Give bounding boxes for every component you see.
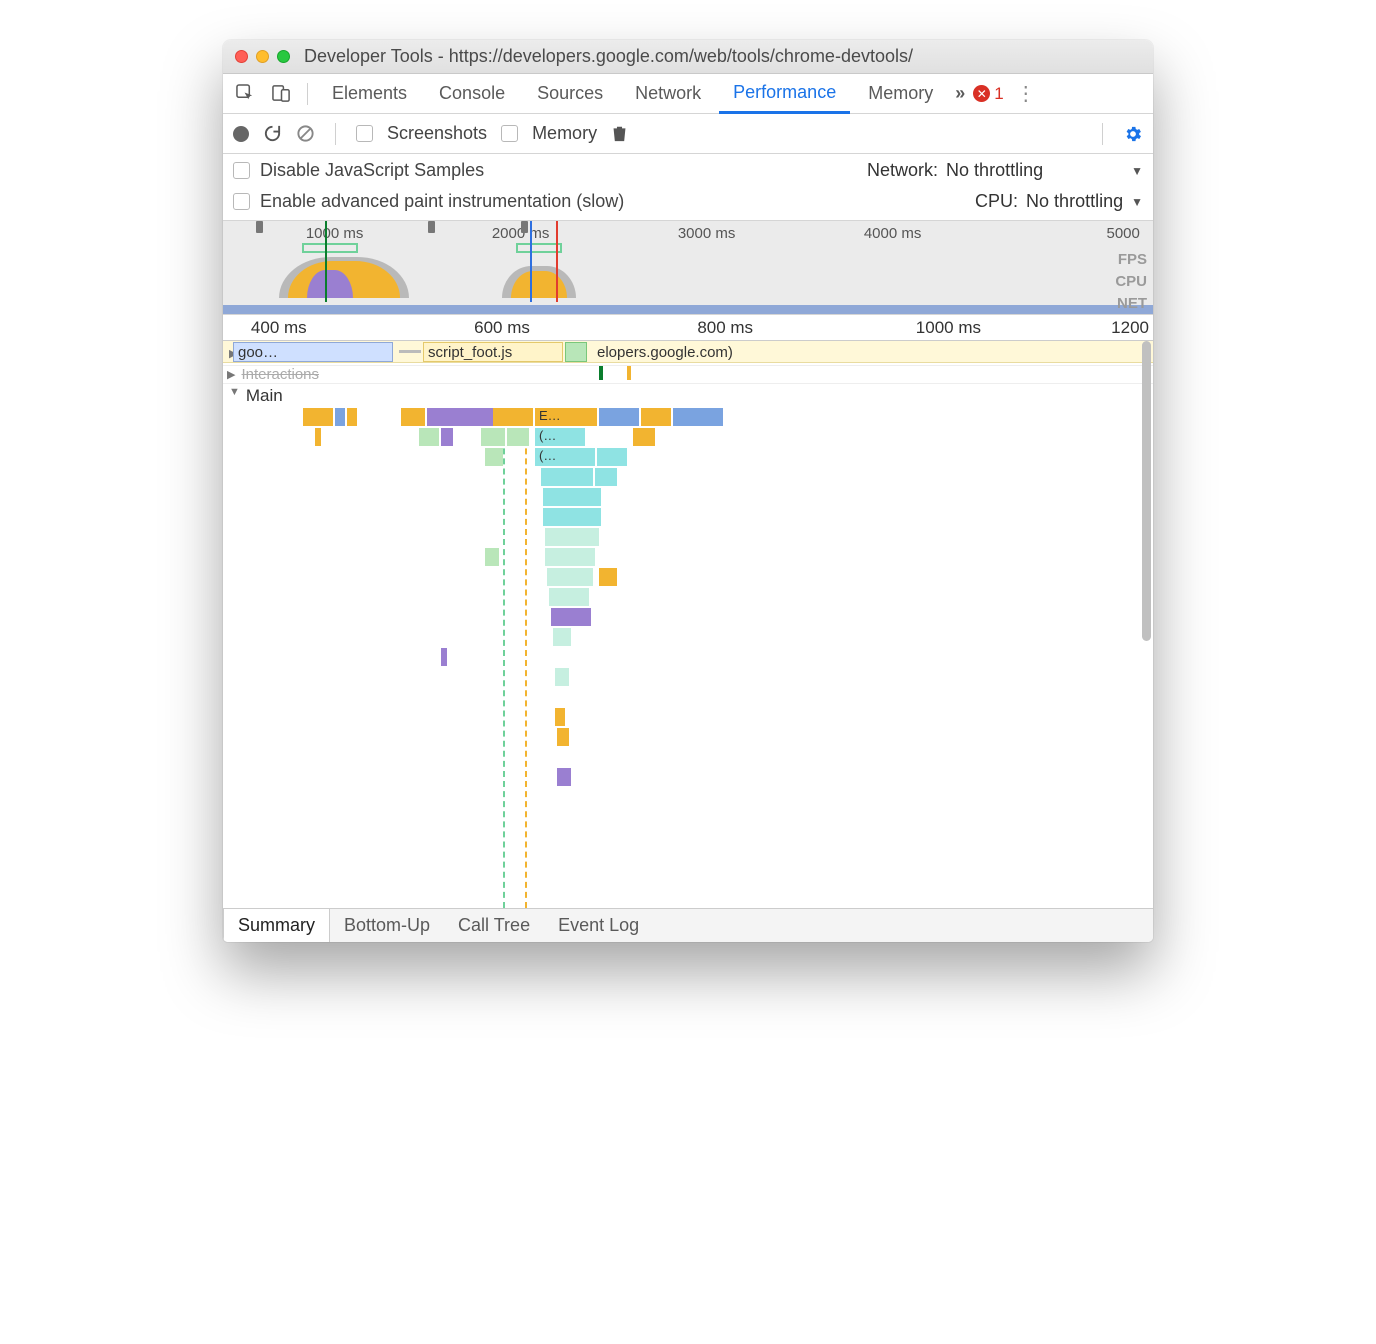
network-throttle-value: No throttling	[946, 160, 1043, 181]
error-counter[interactable]: ✕ 1	[973, 84, 1003, 104]
device-toolbar-icon[interactable]	[265, 78, 297, 110]
cpu-throttle-select[interactable]: No throttling	[1026, 191, 1123, 212]
window-title: Developer Tools - https://developers.goo…	[298, 46, 1141, 67]
collapse-icon[interactable]: ▼	[229, 386, 240, 398]
track-interactions[interactable]: ▶ Interactions	[223, 366, 1153, 384]
reload-button[interactable]	[263, 124, 282, 143]
capture-settings-icon[interactable]	[1123, 124, 1143, 144]
expand-icon[interactable]: ▶	[227, 368, 235, 381]
cpu-throttle-label: CPU:	[975, 191, 1018, 212]
network-request-chip[interactable]: elopers.google.com)	[593, 342, 1153, 362]
tab-performance[interactable]: Performance	[719, 75, 850, 114]
flame-bar[interactable]: E…	[535, 408, 597, 426]
timeline-overview[interactable]: 1000 ms 2000 ms 3000 ms 4000 ms 5000 FPS…	[223, 221, 1153, 315]
network-request-chip[interactable]: goo…	[233, 342, 393, 362]
vertical-scrollbar[interactable]	[1142, 341, 1151, 641]
overview-lane-labels: FPS CPU NET	[1115, 249, 1147, 315]
tab-network[interactable]: Network	[621, 74, 715, 113]
devtools-tabstrip: Elements Console Sources Network Perform…	[223, 74, 1153, 114]
record-button[interactable]	[233, 126, 249, 142]
devtools-window: Developer Tools - https://developers.goo…	[223, 40, 1153, 942]
cpu-throttle-value: No throttling	[1026, 191, 1123, 212]
screenshots-label: Screenshots	[387, 123, 487, 144]
titlebar[interactable]: Developer Tools - https://developers.goo…	[223, 40, 1153, 74]
interactions-track-label: Interactions	[241, 366, 319, 383]
network-request-chip[interactable]	[565, 342, 587, 362]
flame-bar[interactable]: (…	[535, 448, 595, 466]
tab-elements[interactable]: Elements	[318, 74, 421, 113]
screenshots-checkbox[interactable]	[356, 125, 373, 142]
network-throttle-label: Network:	[867, 160, 938, 181]
capture-options: Disable JavaScript Samples Network: No t…	[223, 154, 1153, 221]
clear-button[interactable]	[296, 124, 315, 143]
disable-js-samples-checkbox[interactable]	[233, 162, 250, 179]
network-request-chip[interactable]: script_foot.js	[423, 342, 563, 362]
memory-label: Memory	[532, 123, 597, 144]
tabs-overflow-icon[interactable]: »	[951, 83, 969, 104]
track-network[interactable]: ▶Network goo… script_foot.js elopers.goo…	[223, 341, 1153, 366]
overview-net-bar	[223, 305, 1153, 314]
error-icon: ✕	[973, 85, 990, 102]
dropdown-icon: ▼	[1131, 164, 1143, 178]
paint-instrumentation-label: Enable advanced paint instrumentation (s…	[260, 191, 624, 212]
tab-bottom-up[interactable]: Bottom-Up	[330, 909, 444, 942]
garbage-collect-icon[interactable]	[611, 124, 628, 143]
tab-console[interactable]: Console	[425, 74, 519, 113]
memory-checkbox[interactable]	[501, 125, 518, 142]
tab-call-tree[interactable]: Call Tree	[444, 909, 544, 942]
close-window-button[interactable]	[235, 50, 248, 63]
tab-summary[interactable]: Summary	[223, 908, 330, 942]
details-tabs: Summary Bottom-Up Call Tree Event Log	[223, 908, 1153, 942]
timeline-ruler[interactable]: 400 ms 600 ms 800 ms 1000 ms 1200	[223, 315, 1153, 341]
minimize-window-button[interactable]	[256, 50, 269, 63]
devtools-menu-icon[interactable]: ⋮	[1008, 81, 1044, 106]
timeline-tracks: ▶Network goo… script_foot.js elopers.goo…	[223, 341, 1153, 408]
paint-instrumentation-checkbox[interactable]	[233, 193, 250, 210]
inspect-element-icon[interactable]	[229, 78, 261, 110]
perf-toolbar: Screenshots Memory	[223, 114, 1153, 154]
error-count: 1	[994, 84, 1003, 104]
zoom-window-button[interactable]	[277, 50, 290, 63]
overview-sparkline	[223, 243, 1153, 302]
disable-js-samples-label: Disable JavaScript Samples	[260, 160, 484, 181]
window-controls	[235, 50, 290, 63]
flame-chart[interactable]: E… (… (…	[223, 408, 1153, 908]
main-track-label: Main	[246, 386, 283, 406]
tab-event-log[interactable]: Event Log	[544, 909, 653, 942]
network-throttle-select[interactable]: No throttling	[946, 160, 1043, 181]
flame-bar[interactable]: (…	[535, 428, 585, 446]
dropdown-icon: ▼	[1131, 195, 1143, 209]
tab-memory[interactable]: Memory	[854, 74, 947, 113]
tab-sources[interactable]: Sources	[523, 74, 617, 113]
